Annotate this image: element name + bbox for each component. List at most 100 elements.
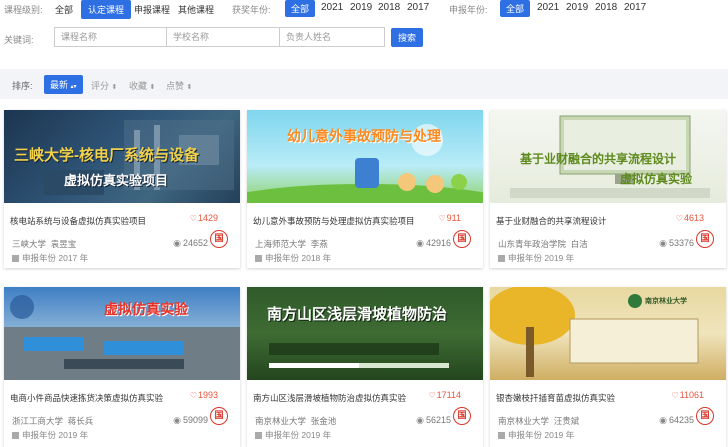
course-title[interactable]: 核电站系统与设备虚拟仿真实验项目	[10, 215, 146, 227]
apply-year-text: 申报年份 2019 年	[22, 430, 89, 440]
like-count[interactable]: ♡1993	[190, 390, 218, 400]
sort-rating[interactable]: 评分 ⬍	[91, 79, 117, 92]
view-count: ◉ 56215	[416, 415, 451, 426]
apply-year-2018[interactable]: 2018	[595, 2, 617, 13]
apply-year-2021[interactable]: 2021	[537, 2, 559, 13]
course-title[interactable]: 南方山区浅层滑坡植物防治虚拟仿真实验	[253, 392, 406, 404]
view-count: ◉ 53376	[659, 238, 694, 249]
course-thumbnail[interactable]: 基于业财融合的共享流程设计 虚拟仿真实验	[490, 110, 726, 203]
award-year-2017[interactable]: 2017	[407, 2, 429, 13]
eye-icon: ◉	[416, 415, 424, 425]
person-name: 蒋长兵	[67, 416, 94, 426]
award-year-2019[interactable]: 2019	[350, 2, 372, 13]
eye-icon: ◉	[659, 238, 667, 248]
award-year-2021[interactable]: 2021	[321, 2, 343, 13]
school-name: 浙江工商大学	[12, 416, 64, 426]
apply-year-text: 申报年份 2019 年	[508, 430, 575, 440]
like-count[interactable]: ♡1429	[190, 213, 218, 223]
course-card[interactable]: 基于业财融合的共享流程设计 虚拟仿真实验 基于业财融合的共享流程设计 ♡4613…	[490, 110, 726, 268]
like-count[interactable]: ♡911	[438, 213, 461, 223]
course-card[interactable]: 南方山区浅层滑坡植物防治 南方山区浅层滑坡植物防治虚拟仿真实验 ♡17114 南…	[247, 287, 483, 447]
national-badge: 国	[210, 407, 228, 425]
apply-year-2017[interactable]: 2017	[624, 2, 646, 13]
thumbnail-school-logo: 南京林业大学	[645, 298, 687, 305]
like-count[interactable]: ♡17114	[428, 390, 461, 400]
course-level-certified[interactable]: 认定课程	[81, 0, 132, 19]
course-card[interactable]: 虚拟仿真实验 电商小件商品快速拣货决策虚拟仿真实验 ♡1993 浙江工商大学 蒋…	[4, 287, 240, 447]
calendar-icon	[12, 255, 19, 262]
course-card[interactable]: 南京林业大学 银杏嫩枝扦插育苗虚拟仿真实验 ♡11061 南京林业大学 汪贵斌 …	[490, 287, 726, 447]
view-count: ◉ 42916	[416, 238, 451, 249]
apply-year: 申报年份 2019 年	[255, 429, 331, 441]
award-year-2018[interactable]: 2018	[378, 2, 400, 13]
eye-icon: ◉	[173, 238, 181, 248]
like-icon: ♡	[189, 391, 197, 400]
thumbnail-title: 南方山区浅层滑坡植物防治	[267, 306, 448, 323]
view-count: ◉ 24652	[173, 238, 208, 249]
apply-year: 申报年份 2018 年	[255, 252, 331, 264]
apply-year-2019[interactable]: 2019	[566, 2, 588, 13]
like-count-value: 911	[446, 213, 461, 223]
sort-likes-label: 点赞	[166, 81, 185, 91]
sort-likes[interactable]: 点赞 ⬍	[166, 79, 192, 92]
course-level-other[interactable]: 其他课程	[178, 3, 214, 16]
course-thumbnail[interactable]: 幼儿意外事故预防与处理	[247, 110, 483, 203]
course-title[interactable]: 幼儿意外事故预防与处理虚拟仿真实验项目	[253, 215, 415, 227]
eye-icon: ◉	[659, 415, 667, 425]
award-year-all[interactable]: 全部	[285, 0, 316, 17]
national-badge: 国	[210, 230, 228, 248]
view-count-value: 42916	[425, 238, 451, 248]
person-name-input[interactable]	[279, 27, 385, 47]
course-owner: 山东青年政治学院 白洁	[498, 238, 588, 250]
course-owner: 浙江工商大学 蒋长兵	[12, 415, 93, 427]
like-icon: ♡	[671, 391, 679, 400]
national-badge: 国	[696, 407, 714, 425]
course-level-all[interactable]: 全部	[55, 3, 73, 16]
like-count-value: 11061	[679, 390, 704, 400]
course-owner: 上海师范大学 李燕	[255, 238, 328, 250]
like-count-value: 1429	[197, 213, 218, 223]
person-name: 张金池	[310, 416, 337, 426]
view-count-value: 53376	[668, 238, 694, 248]
view-count-value: 59099	[182, 415, 208, 425]
sort-newest[interactable]: 最新 ▴▾	[44, 75, 83, 94]
course-thumbnail[interactable]: 南方山区浅层滑坡植物防治	[247, 287, 483, 380]
thumbnail-title: 幼儿意外事故预防与处理	[287, 128, 441, 144]
sort-likes-arrow-icon: ⬍	[186, 84, 193, 91]
view-count-value: 64235	[668, 415, 694, 425]
thumbnail-title-line1: 基于业财融合的共享流程设计	[520, 152, 677, 166]
award-year-label: 获奖年份:	[232, 5, 271, 15]
search-button[interactable]: 搜索	[391, 28, 423, 47]
course-thumbnail[interactable]: 南京林业大学	[490, 287, 726, 380]
course-title[interactable]: 电商小件商品快速拣货决策虚拟仿真实验	[10, 392, 163, 404]
calendar-icon	[255, 255, 262, 262]
sort-favorites[interactable]: 收藏 ⬍	[129, 79, 155, 92]
sort-rating-label: 评分	[91, 81, 110, 91]
eye-icon: ◉	[416, 238, 424, 248]
course-thumbnail[interactable]: 三峡大学-核电厂系统与设备 虚拟仿真实验项目	[4, 110, 240, 203]
school-name: 南京林业大学	[498, 416, 550, 426]
course-title[interactable]: 基于业财融合的共享流程设计	[496, 215, 607, 227]
like-count[interactable]: ♡4613	[676, 213, 704, 223]
loading-screen-illustration	[269, 343, 449, 368]
apply-year-text: 申报年份 2017 年	[22, 253, 89, 263]
course-title[interactable]: 银杏嫩枝扦插育苗虚拟仿真实验	[496, 392, 615, 404]
like-count-value: 4613	[683, 213, 704, 223]
sort-newest-arrow-icon: ▴▾	[70, 84, 77, 90]
course-card[interactable]: 幼儿意外事故预防与处理 幼儿意外事故预防与处理虚拟仿真实验项目 ♡911 上海师…	[247, 110, 483, 268]
like-icon: ♡	[675, 214, 683, 223]
view-count-value: 24652	[182, 238, 208, 248]
national-badge: 国	[453, 407, 471, 425]
person-name: 白洁	[570, 239, 588, 249]
cartoon-illustration	[247, 124, 483, 203]
course-level-applied[interactable]: 申报课程	[134, 3, 170, 16]
person-name: 李燕	[310, 239, 328, 249]
sort-newest-label: 最新	[50, 80, 69, 90]
course-card[interactable]: 三峡大学-核电厂系统与设备 虚拟仿真实验项目 核电站系统与设备虚拟仿真实验项目 …	[4, 110, 240, 268]
calendar-icon	[255, 432, 262, 439]
like-count[interactable]: ♡11061	[671, 390, 704, 400]
course-thumbnail[interactable]: 虚拟仿真实验	[4, 287, 240, 380]
thumbnail-title-line2: 虚拟仿真实验项目	[64, 173, 169, 188]
keyword-label: 关键词:	[4, 35, 34, 45]
apply-year-all[interactable]: 全部	[500, 0, 531, 17]
